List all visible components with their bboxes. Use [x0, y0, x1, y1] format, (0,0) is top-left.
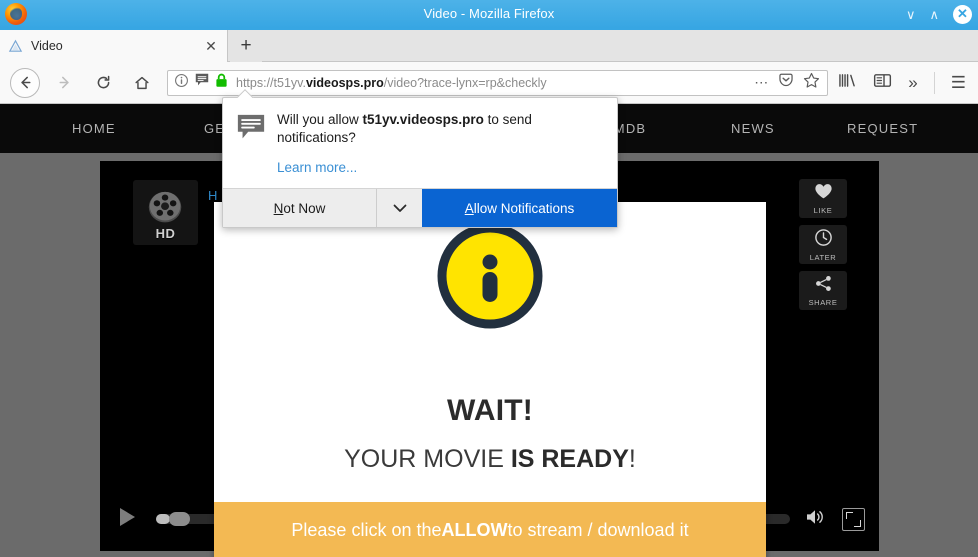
popup-text-column: Will you allow t51yv.videosps.pro to sen… — [277, 111, 603, 177]
play-icon — [117, 506, 137, 533]
allow-rest: llow Notifications — [473, 200, 575, 216]
volume-icon — [804, 507, 826, 532]
url-text[interactable]: https://t51yv.videosps.pro/video?trace-l… — [232, 76, 754, 90]
page-info-icon[interactable] — [174, 73, 189, 93]
seek-handle[interactable] — [168, 512, 190, 526]
back-button[interactable] — [10, 67, 40, 98]
url-subdomain: t51yv. — [273, 75, 306, 90]
play-button[interactable] — [114, 506, 140, 532]
close-tab-button[interactable]: ✕ — [203, 38, 219, 55]
notification-permission-popup: Will you allow t51yv.videosps.pro to sen… — [222, 97, 618, 228]
window-titlebar: Video - Mozilla Firefox ∨ ∧ ✕ — [0, 0, 978, 28]
cta-bold: ALLOW — [441, 519, 508, 540]
browser-tab[interactable]: Video ✕ — [0, 30, 228, 62]
minimize-button[interactable]: ∨ — [906, 8, 916, 21]
popup-footer: Not Now Allow Notifications — [223, 188, 617, 227]
url-path: /video?trace-lynx=rp&checkly — [383, 75, 547, 90]
bookmark-star-icon[interactable] — [803, 72, 820, 94]
notification-permission-icon[interactable] — [194, 72, 210, 93]
message-origin: t51yv.videosps.pro — [362, 112, 484, 127]
home-button[interactable] — [127, 68, 157, 98]
forward-button[interactable] — [49, 68, 79, 98]
new-tab-button[interactable]: + — [230, 30, 262, 62]
site-nav-item-home[interactable]: HOME — [72, 121, 116, 136]
page-icon — [8, 39, 23, 54]
like-label: LIKE — [813, 205, 833, 215]
learn-more-link[interactable]: Learn more... — [277, 160, 357, 175]
close-window-button[interactable]: ✕ — [953, 4, 972, 24]
fullscreen-button[interactable] — [842, 507, 865, 531]
alert-circle-icon — [434, 220, 546, 337]
site-nav-item-news[interactable]: NEWS — [731, 121, 775, 136]
popup-body: Will you allow t51yv.videosps.pro to sen… — [223, 98, 617, 177]
ready-suffix: ! — [628, 445, 636, 473]
permission-message: Will you allow t51yv.videosps.pro to sen… — [277, 111, 603, 147]
url-identity-box[interactable] — [172, 72, 232, 93]
ready-bold: IS READY — [510, 445, 629, 473]
share-label: SHARE — [808, 297, 838, 307]
toolbar-actions: » ☰ — [838, 71, 978, 94]
lock-icon[interactable] — [215, 73, 228, 93]
site-nav-item-request[interactable]: REQUEST — [847, 121, 918, 136]
pocket-icon[interactable] — [778, 72, 794, 93]
url-scheme: https:// — [236, 75, 274, 90]
overflow-chevron-icon[interactable]: » — [908, 73, 917, 93]
later-button[interactable]: LATER — [799, 225, 847, 264]
video-thumbnail: HD — [133, 180, 198, 245]
promo-overlay: WAIT! YOUR MOVIE IS READY! Please click … — [214, 202, 766, 557]
like-button[interactable]: LIKE — [799, 179, 847, 218]
page-actions-icon[interactable]: ⋯ — [754, 74, 769, 91]
clock-icon — [814, 228, 833, 252]
maximize-button[interactable]: ∧ — [929, 8, 939, 21]
share-icon — [814, 275, 833, 297]
video-action-buttons: LIKE LATER SHARE — [799, 179, 847, 310]
ready-prefix: YOUR MOVIE — [344, 445, 511, 473]
seek-buffer — [156, 514, 170, 524]
video-title-link[interactable]: H — [208, 188, 217, 203]
toolbar-divider — [933, 71, 935, 94]
not-now-button[interactable]: Not Now — [223, 189, 376, 227]
share-button[interactable]: SHARE — [799, 271, 847, 310]
cta-suffix: to stream / download it — [507, 519, 689, 540]
window-controls: ∨ ∧ ✕ — [906, 0, 972, 28]
overlay-title: WAIT! — [447, 394, 533, 427]
window-title: Video - Mozilla Firefox — [423, 6, 555, 21]
popup-arrow — [237, 89, 254, 98]
nav-buttons-group — [0, 67, 157, 98]
tab-title: Video — [31, 39, 63, 53]
heart-icon — [814, 183, 833, 205]
firefox-logo-icon — [5, 3, 27, 25]
message-prefix: Will you allow — [277, 112, 363, 127]
cta-prefix: Please click on the — [291, 519, 442, 540]
hamburger-menu-icon[interactable]: ☰ — [951, 73, 966, 93]
sidebar-icon[interactable] — [873, 72, 892, 94]
later-label: LATER — [809, 252, 837, 262]
tab-bar: Video ✕ + — [0, 28, 978, 62]
chevron-down-icon[interactable] — [376, 189, 422, 227]
url-domain: videosps.pro — [305, 75, 384, 90]
hd-badge: HD — [155, 226, 176, 241]
overlay-subtitle: YOUR MOVIE IS READY! — [214, 445, 766, 474]
allow-accel: A — [464, 200, 474, 216]
notification-bubble-icon — [236, 113, 266, 177]
not-now-accel: N — [273, 200, 284, 216]
url-actions: ⋯ — [754, 72, 823, 94]
cta-banner[interactable]: Please click on the ALLOW to stream / do… — [214, 502, 766, 557]
allow-notifications-button[interactable]: Allow Notifications — [422, 189, 617, 227]
library-icon[interactable] — [838, 72, 857, 94]
url-bar[interactable]: https://t51yv.videosps.pro/video?trace-l… — [167, 69, 829, 96]
not-now-rest: ot Now — [283, 200, 326, 216]
reload-button[interactable] — [88, 68, 118, 98]
volume-button[interactable] — [802, 506, 828, 532]
